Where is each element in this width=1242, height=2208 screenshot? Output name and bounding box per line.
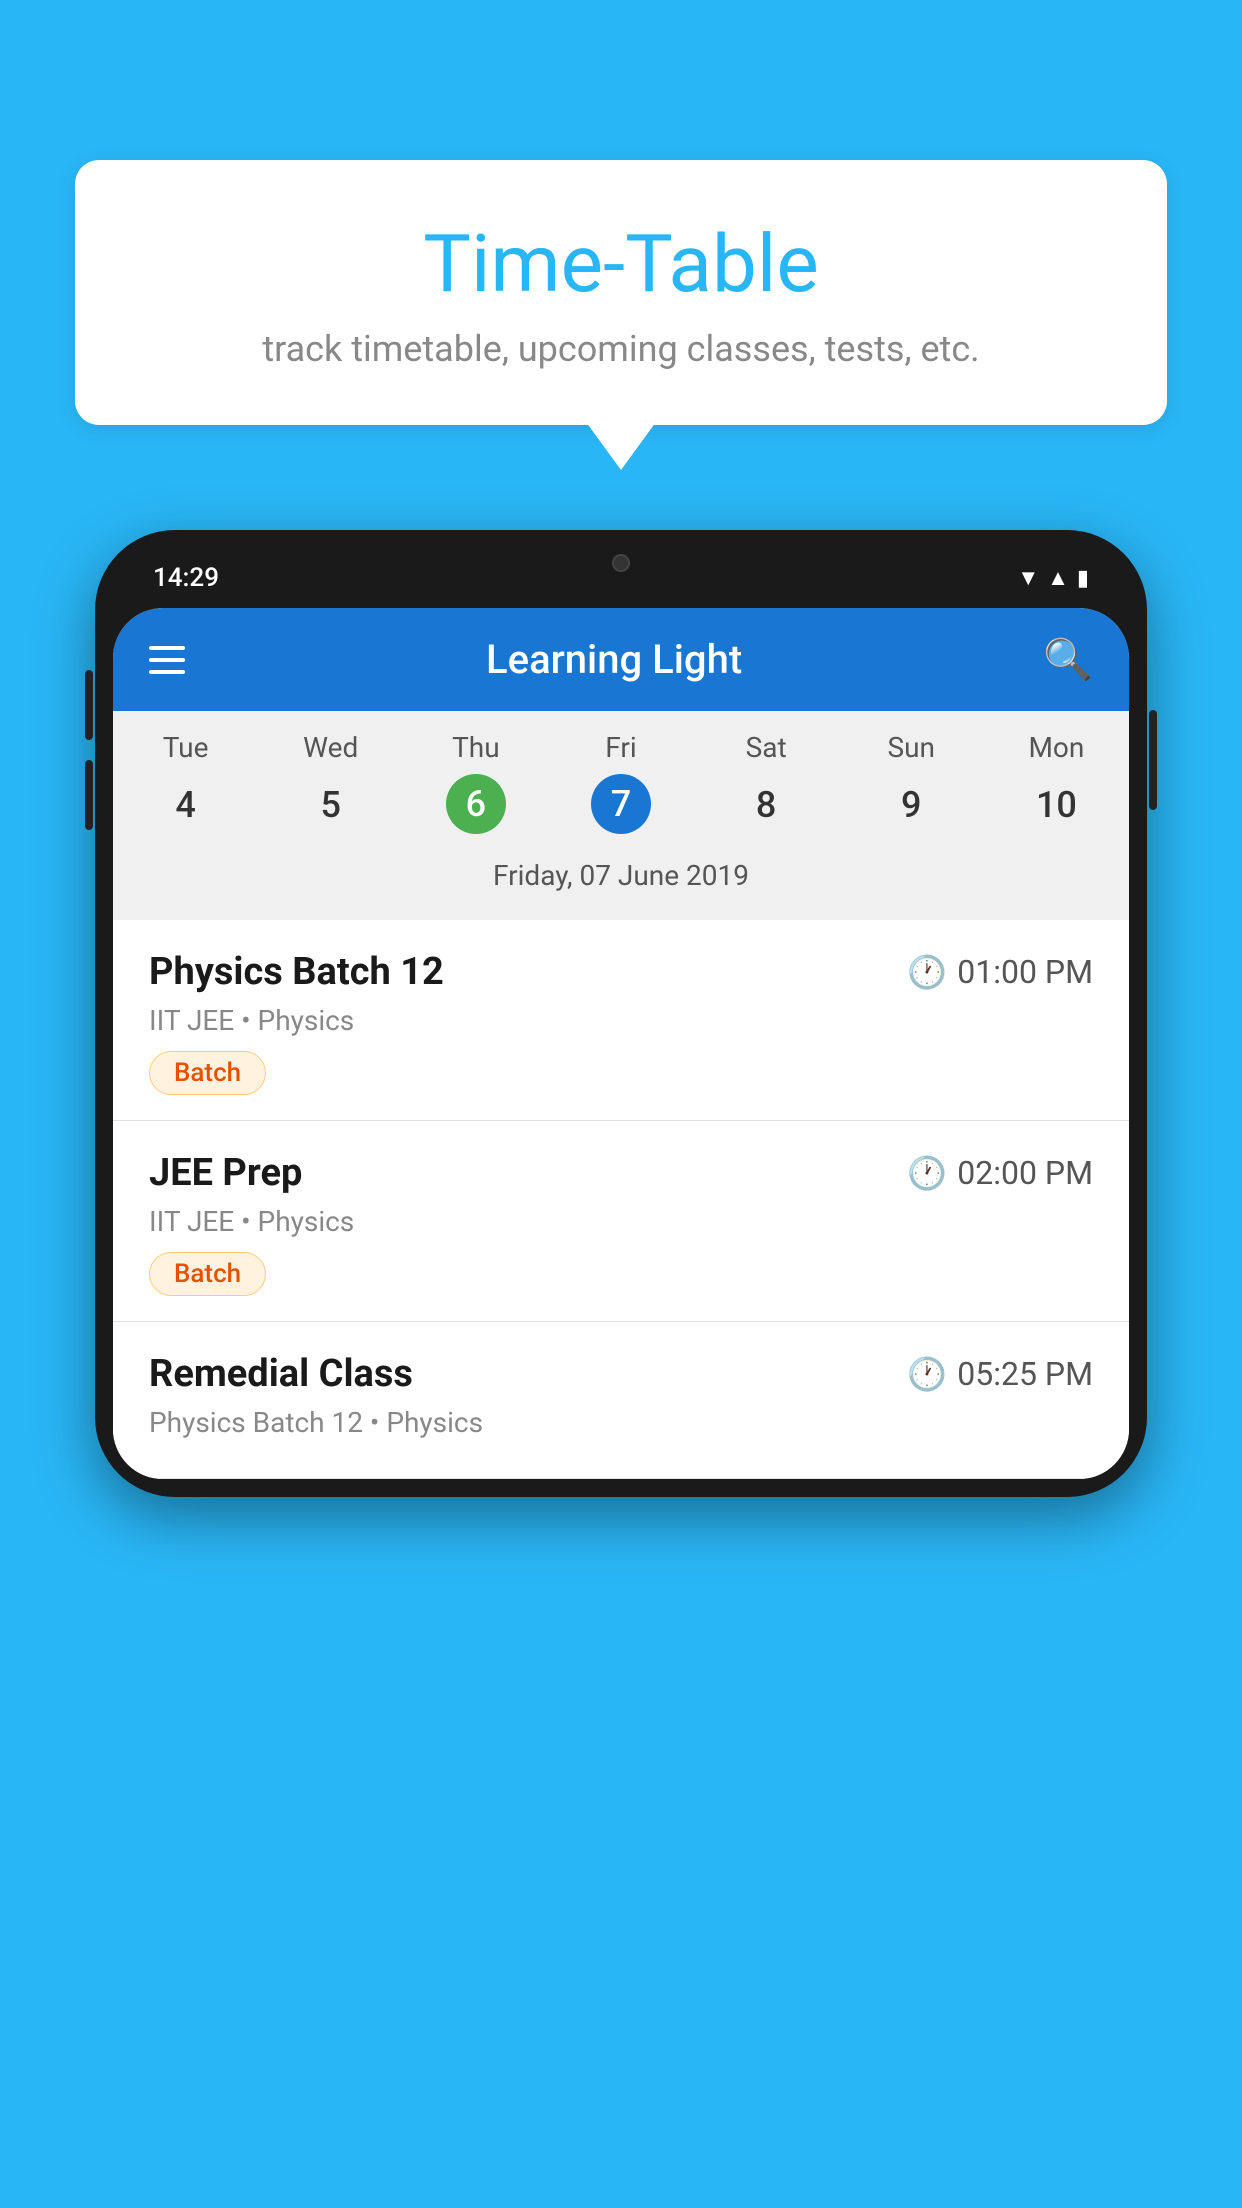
status-icons: ▼ ▲ ▮	[1017, 565, 1089, 591]
day-headers: Tue Wed Thu Fri Sat Sun Mon	[113, 731, 1129, 764]
day-5[interactable]: 5	[258, 774, 403, 836]
day-header-wed: Wed	[258, 731, 403, 764]
schedule-item-3-header: Remedial Class 🕐 05:25 PM	[149, 1352, 1093, 1396]
day-header-tue: Tue	[113, 731, 258, 764]
day-8[interactable]: 8	[694, 774, 839, 836]
phone-screen: Learning Light 🔍 Tue Wed Thu Fri Sat Sun…	[113, 608, 1129, 1479]
clock-icon-2: 🕐	[907, 1154, 947, 1192]
phone-time: 14:29	[153, 563, 219, 593]
hamburger-menu-button[interactable]	[149, 646, 185, 674]
signal-icon: ▲	[1047, 565, 1069, 591]
schedule-item-3-time-text: 05:25 PM	[957, 1355, 1093, 1393]
schedule-item-3[interactable]: Remedial Class 🕐 05:25 PM Physics Batch …	[113, 1322, 1129, 1479]
clock-icon-1: 🕐	[907, 953, 947, 991]
schedule-item-1-tag: Batch	[149, 1051, 266, 1095]
search-button[interactable]: 🔍	[1043, 636, 1093, 683]
schedule-item-1[interactable]: Physics Batch 12 🕐 01:00 PM IIT JEE • Ph…	[113, 920, 1129, 1121]
day-4[interactable]: 4	[113, 774, 258, 836]
schedule-item-3-meta: Physics Batch 12 • Physics	[149, 1406, 1093, 1439]
phone-status-bar: 14:29 ▼ ▲ ▮	[113, 548, 1129, 608]
wifi-icon: ▼	[1017, 565, 1039, 591]
schedule-item-2[interactable]: JEE Prep 🕐 02:00 PM IIT JEE • Physics Ba…	[113, 1121, 1129, 1322]
hamburger-line-1	[149, 646, 185, 650]
day-10[interactable]: 10	[984, 774, 1129, 836]
battery-icon: ▮	[1077, 566, 1089, 591]
app-title: Learning Light	[185, 636, 1043, 683]
power-button	[1149, 710, 1157, 810]
day-7-selected[interactable]: 7	[591, 774, 651, 834]
schedule-list: Physics Batch 12 🕐 01:00 PM IIT JEE • Ph…	[113, 920, 1129, 1479]
volume-up-button	[85, 670, 93, 740]
day-9[interactable]: 9	[839, 774, 984, 836]
schedule-item-3-time: 🕐 05:25 PM	[907, 1355, 1093, 1393]
schedule-item-3-name: Remedial Class	[149, 1352, 413, 1396]
app-header: Learning Light 🔍	[113, 608, 1129, 711]
schedule-item-1-time-text: 01:00 PM	[957, 953, 1093, 991]
schedule-item-2-name: JEE Prep	[149, 1151, 302, 1195]
calendar-strip: Tue Wed Thu Fri Sat Sun Mon 4 5 6 7 8 9 …	[113, 711, 1129, 920]
selected-date-label: Friday, 07 June 2019	[113, 851, 1129, 910]
phone-notch	[581, 548, 661, 578]
speech-bubble-container: Time-Table track timetable, upcoming cla…	[75, 160, 1167, 425]
schedule-item-2-meta: IIT JEE • Physics	[149, 1205, 1093, 1238]
schedule-item-2-time: 🕐 02:00 PM	[907, 1154, 1093, 1192]
speech-bubble: Time-Table track timetable, upcoming cla…	[75, 160, 1167, 425]
schedule-item-1-meta: IIT JEE • Physics	[149, 1004, 1093, 1037]
day-numbers: 4 5 6 7 8 9 10	[113, 774, 1129, 836]
clock-icon-3: 🕐	[907, 1355, 947, 1393]
schedule-item-2-header: JEE Prep 🕐 02:00 PM	[149, 1151, 1093, 1195]
schedule-item-2-tag: Batch	[149, 1252, 266, 1296]
schedule-item-2-time-text: 02:00 PM	[957, 1154, 1093, 1192]
bubble-title: Time-Table	[115, 220, 1127, 308]
day-header-fri: Fri	[548, 731, 693, 764]
day-header-sat: Sat	[694, 731, 839, 764]
hamburger-line-3	[149, 670, 185, 674]
volume-down-button	[85, 760, 93, 830]
day-6-today[interactable]: 6	[446, 774, 506, 834]
day-header-thu: Thu	[403, 731, 548, 764]
schedule-item-1-header: Physics Batch 12 🕐 01:00 PM	[149, 950, 1093, 994]
bubble-subtitle: track timetable, upcoming classes, tests…	[115, 328, 1127, 370]
day-header-mon: Mon	[984, 731, 1129, 764]
schedule-item-1-time: 🕐 01:00 PM	[907, 953, 1093, 991]
phone-camera	[612, 554, 630, 572]
phone-wrapper: 14:29 ▼ ▲ ▮ Learning Light 🔍	[95, 530, 1147, 2208]
schedule-item-1-name: Physics Batch 12	[149, 950, 444, 994]
day-header-sun: Sun	[839, 731, 984, 764]
hamburger-line-2	[149, 658, 185, 662]
phone-outer: 14:29 ▼ ▲ ▮ Learning Light 🔍	[95, 530, 1147, 1497]
